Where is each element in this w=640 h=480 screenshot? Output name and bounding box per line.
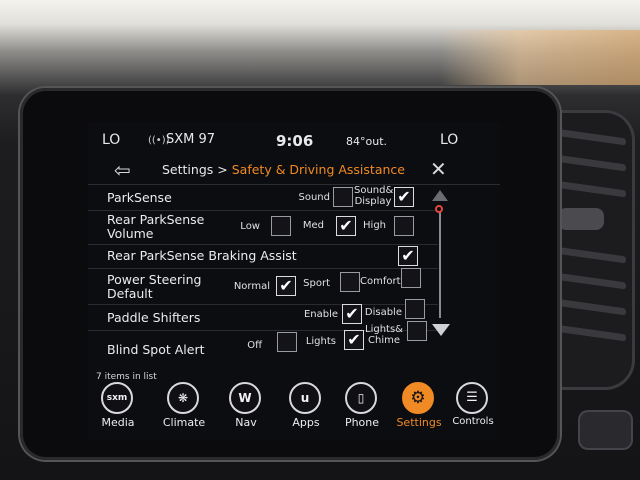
- breadcrumb-root[interactable]: Settings: [162, 162, 213, 177]
- option-label: Lights& Chime: [365, 324, 403, 346]
- option-label: Lights: [305, 336, 336, 347]
- status-bar: LO ((•)) SXM 97 9:06 84°out. LO: [88, 122, 500, 156]
- dock-label: Climate: [162, 416, 206, 429]
- vent-knob[interactable]: [558, 208, 604, 230]
- compass-icon: W: [229, 382, 261, 414]
- checkbox-paddle-disable[interactable]: [405, 299, 425, 319]
- setting-row-power-steering: Power Steering Default Normal ✔ Sport Co…: [88, 268, 438, 305]
- dock-media-button[interactable]: sxm Media: [88, 378, 148, 440]
- option-label: Sound& Display: [354, 185, 394, 207]
- checkbox-blindspot-off[interactable]: [277, 332, 297, 352]
- left-temp-zone[interactable]: LO: [102, 132, 120, 148]
- option-label: Comfort: [360, 276, 401, 287]
- setting-label: ParkSense: [107, 190, 172, 205]
- setting-label: Blind Spot Alert: [107, 342, 205, 357]
- dock-label: Controls: [452, 416, 494, 427]
- dock-controls-button[interactable]: ☰ Controls: [443, 378, 500, 440]
- controls-icon: ☰: [456, 382, 488, 414]
- infotainment-screen: LO ((•)) SXM 97 9:06 84°out. LO ⇦ Settin…: [88, 122, 500, 440]
- setting-row-braking-assist: Rear ParkSense Braking Assist ✔: [88, 244, 438, 269]
- option-label: Off: [247, 340, 262, 351]
- radio-station[interactable]: SXM 97: [166, 132, 215, 147]
- uconnect-icon: u: [289, 382, 321, 414]
- option-label: Sport: [303, 278, 330, 289]
- back-arrow-icon[interactable]: ⇦: [114, 158, 131, 182]
- checkbox-parksense-sound-display[interactable]: ✔: [394, 187, 414, 207]
- dock-phone-button[interactable]: ▯ Phone: [332, 378, 392, 440]
- scrollbar-track[interactable]: [439, 208, 441, 318]
- checkbox-volume-med[interactable]: ✔: [336, 216, 356, 236]
- scroll-up-arrow-icon[interactable]: [432, 190, 448, 201]
- gear-icon: ⚙: [402, 382, 434, 414]
- dock-apps-button[interactable]: u Apps: [276, 378, 336, 440]
- scrollbar-thumb[interactable]: [435, 205, 443, 213]
- checkbox-steering-normal[interactable]: ✔: [276, 276, 296, 296]
- breadcrumb-current: Safety & Driving Assistance: [231, 162, 405, 177]
- option-label: Med: [302, 220, 324, 231]
- hazard-button[interactable]: [578, 410, 633, 450]
- scroll-down-arrow-icon[interactable]: [432, 324, 450, 336]
- option-label: Enable: [303, 309, 338, 320]
- phone-icon: ▯: [345, 382, 377, 414]
- dock-label: Media: [101, 416, 135, 429]
- dock-label: Settings: [396, 416, 442, 429]
- setting-row-rear-volume: Rear ParkSense Volume Low Med ✔ High: [88, 210, 438, 245]
- checkbox-blindspot-lights[interactable]: ✔: [344, 330, 364, 350]
- close-icon[interactable]: ✕: [430, 157, 447, 181]
- dock-climate-button[interactable]: ❋ Climate: [154, 378, 214, 440]
- setting-label: Paddle Shifters: [107, 310, 201, 325]
- dock-nav-button[interactable]: W Nav: [216, 378, 276, 440]
- option-label: Low: [240, 221, 260, 232]
- window-light: [440, 30, 640, 85]
- checkbox-volume-low[interactable]: [271, 216, 291, 236]
- climate-icon: ❋: [167, 382, 199, 414]
- setting-label: Rear ParkSense Braking Assist: [107, 248, 297, 263]
- sxm-icon: sxm: [101, 382, 133, 414]
- setting-row-blind-spot: Blind Spot Alert Off Lights ✔ Lights& Ch…: [88, 321, 438, 362]
- option-label: Sound: [298, 192, 331, 203]
- checkbox-braking-assist[interactable]: ✔: [398, 246, 418, 266]
- breadcrumb-separator: >: [217, 162, 228, 177]
- option-label: Normal: [233, 281, 270, 292]
- clock: 9:06: [276, 132, 314, 150]
- header-bar: ⇦ Settings > Safety & Driving Assistance…: [88, 156, 500, 185]
- checkbox-steering-comfort[interactable]: [401, 268, 421, 288]
- dock-label: Nav: [235, 416, 257, 429]
- breadcrumb: Settings > Safety & Driving Assistance: [162, 162, 405, 177]
- setting-row-parksense: ParkSense Sound Sound& Display ✔: [88, 184, 438, 211]
- checkbox-steering-sport[interactable]: [340, 272, 360, 292]
- setting-label: Power Steering Default: [107, 272, 202, 301]
- option-label: High: [363, 220, 386, 231]
- checkbox-blindspot-lights-chime[interactable]: [407, 321, 427, 341]
- checkbox-parksense-sound[interactable]: [333, 187, 353, 207]
- right-temp-zone[interactable]: LO: [440, 132, 458, 148]
- dock-label: Apps: [292, 416, 320, 429]
- dock-label: Phone: [344, 416, 380, 429]
- checkbox-volume-high[interactable]: [394, 216, 414, 236]
- dock-settings-button[interactable]: ⚙ Settings: [389, 378, 449, 440]
- option-label: Disable: [364, 307, 402, 318]
- checkbox-paddle-enable[interactable]: ✔: [342, 304, 362, 324]
- setting-label: Rear ParkSense Volume: [107, 212, 205, 241]
- outside-temperature: 84°out.: [346, 135, 388, 148]
